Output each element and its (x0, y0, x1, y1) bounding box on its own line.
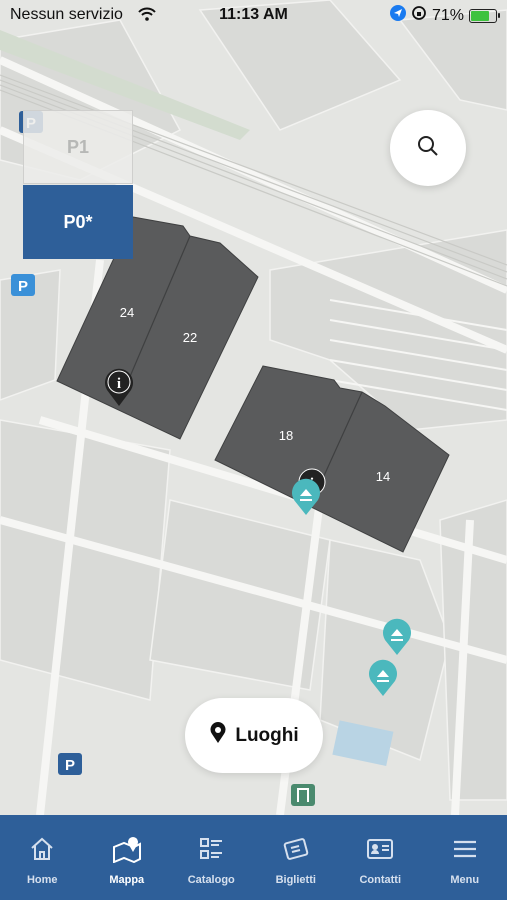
search-icon (417, 135, 439, 162)
tab-bar: Home Mappa Catalogo Biglietti Contatti M… (0, 815, 507, 900)
tab-tickets[interactable]: Biglietti (254, 815, 339, 900)
floor-p0-label: P0* (63, 211, 93, 232)
home-icon (28, 835, 56, 874)
tab-contacts-label: Contatti (359, 874, 402, 886)
svg-text:P: P (65, 757, 75, 774)
status-right: 71% (389, 5, 500, 26)
gate-icon (291, 784, 315, 806)
parking-icon: P (11, 274, 35, 296)
lock-rotation-icon (411, 5, 427, 26)
tab-contacts[interactable]: Contatti (338, 815, 423, 900)
building-22-label: 22 (183, 330, 197, 345)
search-button[interactable] (390, 110, 466, 186)
status-bar: Nessun servizio 11:13 AM 71% (0, 0, 507, 30)
floor-p1-button[interactable]: P1 (23, 110, 133, 184)
battery-percent: 71% (431, 6, 464, 24)
tab-menu[interactable]: Menu (423, 815, 507, 900)
building-18-label: 18 (279, 428, 293, 443)
places-button[interactable]: Luoghi (185, 698, 323, 773)
svg-text:P: P (18, 278, 28, 295)
building-24-label: 24 (120, 305, 134, 320)
contacts-icon (365, 835, 395, 874)
tab-catalog[interactable]: Catalogo (169, 815, 254, 900)
tab-map-label: Mappa (109, 874, 145, 886)
location-pin-icon (209, 721, 227, 750)
menu-icon (451, 835, 479, 874)
battery-icon (469, 8, 500, 23)
catalog-icon (197, 835, 225, 874)
floor-p1-label: P1 (66, 136, 90, 157)
parking-icon: P (58, 753, 82, 775)
map-icon (111, 835, 143, 874)
tab-menu-label: Menu (450, 874, 480, 886)
tab-tickets-label: Biglietti (275, 874, 316, 886)
places-label: Luoghi (235, 724, 299, 746)
tickets-icon (281, 835, 311, 874)
tab-catalog-label: Catalogo (187, 874, 235, 886)
building-14-label: 14 (376, 469, 390, 484)
tab-home[interactable]: Home (0, 815, 85, 900)
floor-p0-button[interactable]: P0* (23, 185, 133, 259)
location-icon (389, 5, 406, 26)
tab-home-label: Home (26, 874, 58, 886)
svg-text:i: i (117, 376, 121, 392)
tab-map[interactable]: Mappa (85, 815, 170, 900)
